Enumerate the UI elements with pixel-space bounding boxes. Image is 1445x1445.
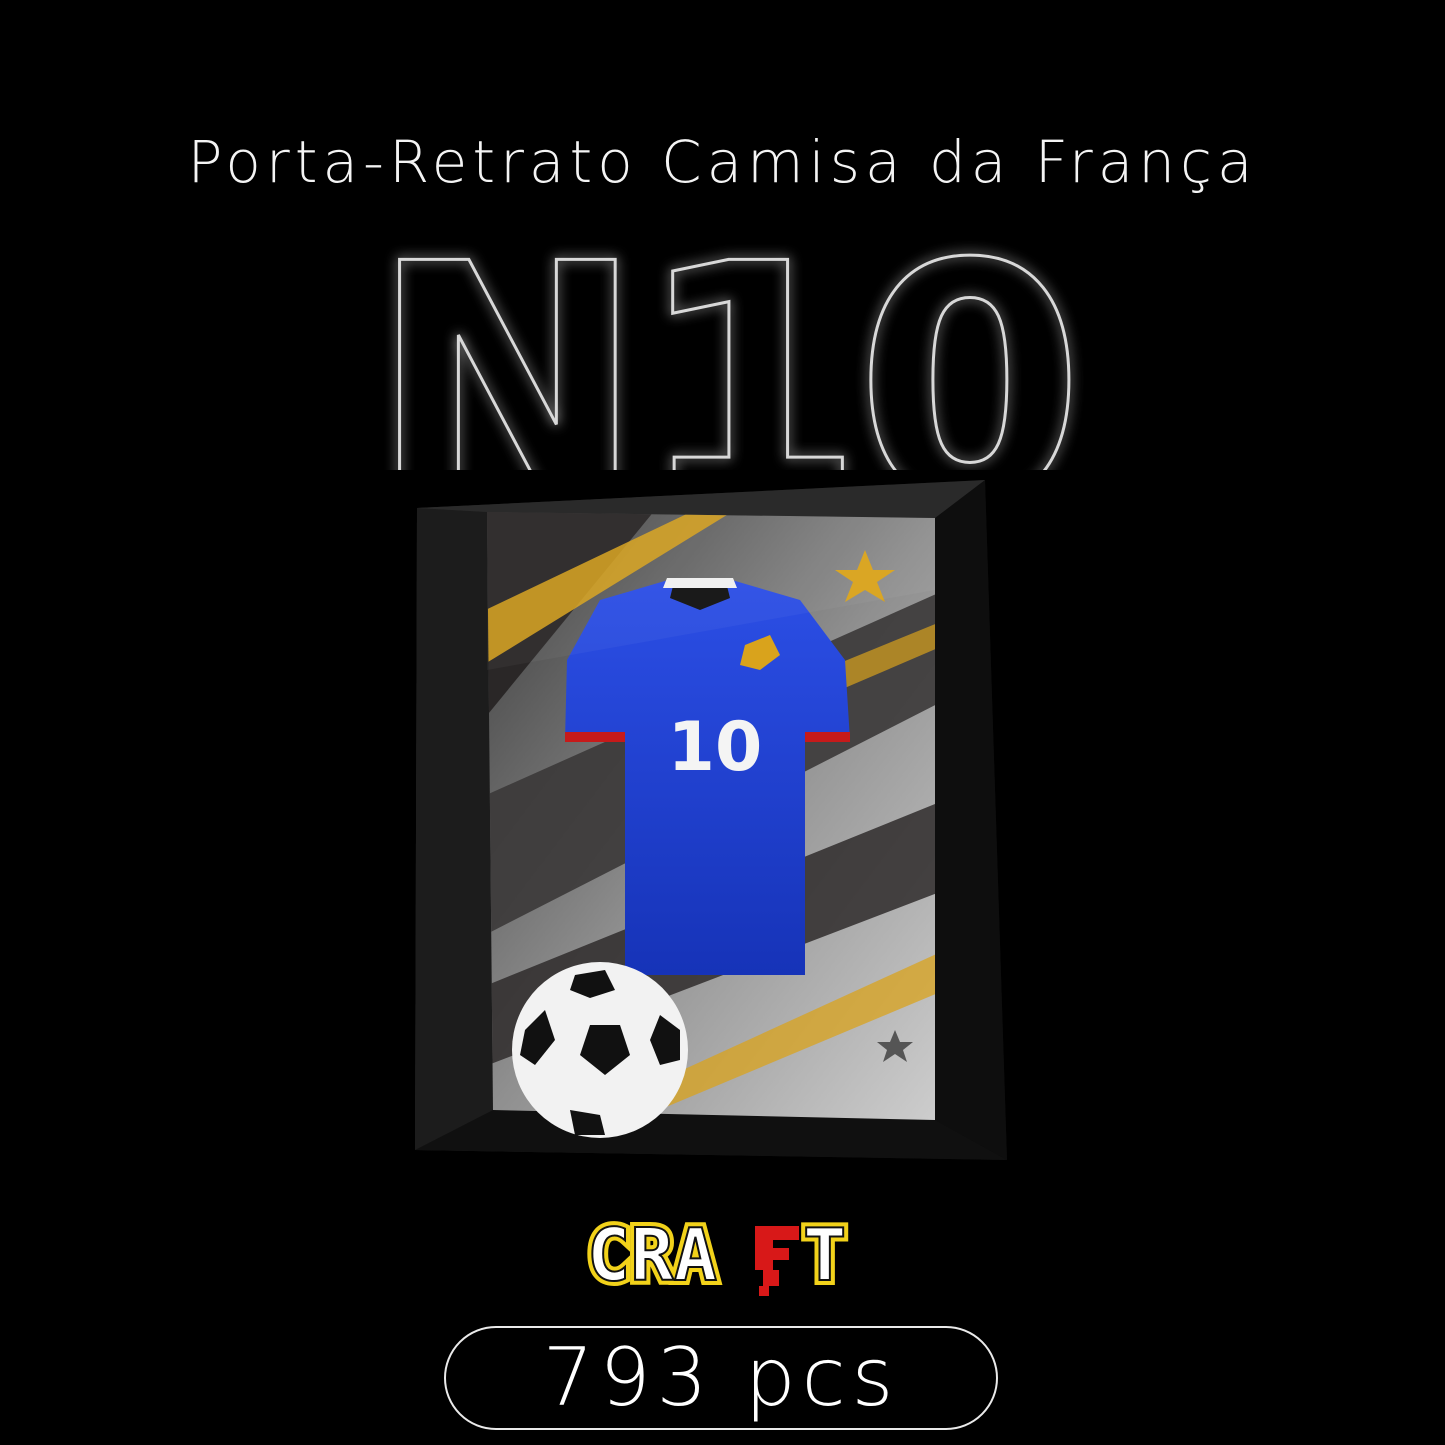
n10-outline-text: N10 <box>369 200 1074 470</box>
piece-count-text: 793 pcs <box>542 1331 900 1424</box>
craft-logo: CRA CRA T T <box>582 1208 863 1302</box>
svg-text:CRA: CRA <box>587 1213 717 1297</box>
svg-text:T: T <box>803 1213 846 1297</box>
brick-f-icon <box>755 1226 799 1296</box>
jersey-number: 10 <box>668 708 763 787</box>
soccer-ball-icon <box>512 962 688 1138</box>
piece-count-badge: 793 pcs <box>444 1326 998 1430</box>
page-title: Porta-Retrato Camisa da França <box>187 128 1258 196</box>
n10-outline-heading: N10 <box>0 200 1445 470</box>
picture-frame: 10 <box>395 470 1045 1170</box>
